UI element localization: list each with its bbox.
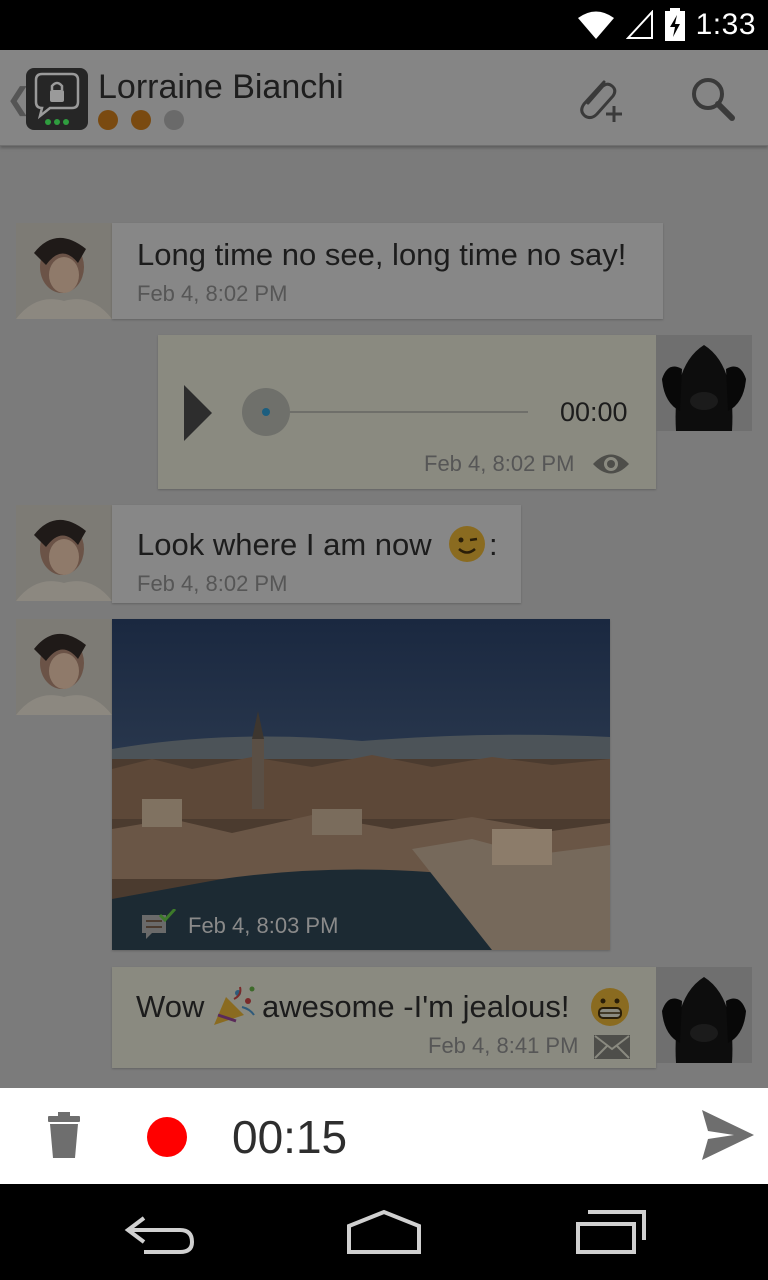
message-text: awesome -I'm jealous! (262, 989, 570, 1024)
voice-recording-bar: 00:15 (0, 1088, 768, 1184)
home-icon[interactable] (339, 1204, 429, 1260)
grinning-face-icon (591, 988, 629, 1026)
chat-screen: ❮ Lorraine Bianchi Long time no see, lon… (0, 50, 768, 1088)
contact-avatar[interactable] (16, 619, 112, 715)
winking-face-icon (449, 526, 485, 562)
play-icon[interactable] (184, 385, 212, 441)
trust-dot (164, 110, 184, 130)
eye-icon (593, 454, 629, 474)
trust-level-indicator (98, 110, 184, 130)
battery-charging-icon (664, 8, 685, 41)
recent-apps-icon[interactable] (566, 1204, 656, 1260)
recording-indicator (147, 1117, 187, 1157)
trust-dot (98, 110, 118, 130)
contact-name[interactable]: Lorraine Bianchi (98, 68, 344, 107)
attach-add-icon[interactable] (570, 70, 630, 130)
cell-signal-icon (625, 10, 653, 39)
message-time: Feb 4, 8:02 PM (424, 451, 575, 476)
recording-timer: 00:15 (232, 1111, 348, 1163)
message-time: Feb 4, 8:03 PM (188, 913, 339, 938)
message-bubble-incoming[interactable]: Look where I am now : Feb 4, 8:02 PM (112, 505, 521, 603)
own-avatar[interactable] (656, 335, 752, 431)
contact-avatar[interactable] (16, 505, 112, 601)
message-text-suffix: : (489, 527, 498, 562)
send-icon[interactable] (700, 1108, 756, 1162)
envelope-icon (594, 1035, 630, 1059)
message-acknowledged-icon (142, 909, 176, 939)
contact-avatar[interactable] (16, 223, 112, 319)
message-time: Feb 4, 8:02 PM (137, 281, 288, 306)
clock-time: 1:33 (695, 8, 756, 41)
city-photo (112, 619, 610, 950)
message-time: Feb 4, 8:02 PM (137, 571, 288, 596)
wifi-icon (577, 11, 614, 39)
audio-duration: 00:00 (560, 397, 628, 427)
status-bar: 1:33 (0, 0, 768, 50)
trust-dot (131, 110, 151, 130)
locked-chat-icon[interactable] (26, 68, 88, 130)
message-text: Wow (136, 989, 205, 1024)
message-bubble-outgoing[interactable]: Wow awesome -I'm jealous! Feb 4, 8:41 PM (112, 967, 656, 1068)
party-popper-icon (214, 986, 255, 1025)
own-avatar[interactable] (656, 967, 752, 1063)
message-image[interactable]: Feb 4, 8:03 PM (112, 619, 610, 950)
message-time: Feb 4, 8:41 PM (428, 1033, 579, 1058)
back-icon[interactable] (114, 1204, 204, 1260)
message-bubble-incoming[interactable]: Long time no see, long time no say! Feb … (112, 223, 663, 319)
conversation-header: ❮ Lorraine Bianchi (0, 50, 768, 146)
trash-icon[interactable] (46, 1112, 82, 1160)
message-bubble-outgoing-audio[interactable]: 00:00 Feb 4, 8:02 PM (158, 335, 656, 489)
audio-seekbar[interactable] (242, 387, 532, 437)
system-nav-bar (0, 1184, 768, 1280)
message-text: Long time no see, long time no say! (137, 237, 627, 272)
search-icon[interactable] (684, 70, 744, 130)
message-text: Look where I am now (137, 527, 432, 562)
